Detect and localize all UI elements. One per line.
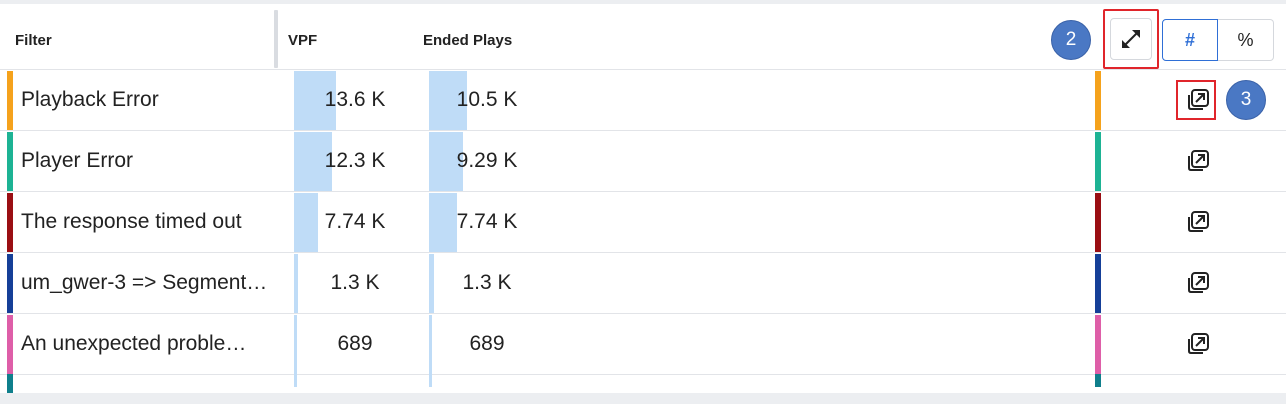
row-color-indicator-right	[1095, 193, 1101, 252]
vpf-value: 1.3 K	[330, 271, 380, 294]
ended-plays-column-header[interactable]: Ended Plays	[423, 32, 512, 49]
table-header: Filter VPF Ended Plays 2 # %	[0, 4, 1286, 70]
vpf-value: 13.6 K	[324, 88, 386, 111]
percent-toggle-button[interactable]: %	[1218, 19, 1274, 61]
ended-plays-value: 9.29 K	[456, 149, 518, 172]
row-color-indicator-right	[1095, 132, 1101, 191]
ended-plays-value: 7.74 K	[456, 210, 518, 233]
row-color-indicator-right	[1095, 374, 1101, 387]
open-in-new-icon	[1188, 211, 1209, 232]
row-color-indicator	[7, 132, 13, 191]
table-row[interactable]: Player Error 12.3 K 9.29 K	[0, 131, 1286, 192]
filter-name: The response timed out	[21, 210, 242, 233]
table-row[interactable]: Playback Error 13.6 K 10.5 K 3	[0, 70, 1286, 131]
filter-column-header[interactable]: Filter	[15, 32, 52, 49]
expand-arrows-icon	[1122, 30, 1140, 48]
vpf-column-header[interactable]: VPF	[288, 32, 317, 49]
step-badge-3: 3	[1226, 80, 1266, 120]
row-color-indicator-right	[1095, 315, 1101, 374]
column-resize-handle[interactable]	[274, 10, 278, 68]
open-in-new-button[interactable]	[1185, 270, 1211, 296]
row-color-indicator	[7, 315, 13, 374]
table-row-partial	[0, 374, 1286, 393]
value-format-toggle: # %	[1162, 19, 1274, 61]
open-in-new-button[interactable]	[1185, 209, 1211, 235]
table-row[interactable]: An unexpected proble… 689 689	[0, 314, 1286, 375]
open-in-new-icon	[1188, 272, 1209, 293]
vpf-bar	[294, 374, 297, 387]
row-color-indicator	[7, 374, 13, 393]
expand-highlight	[1103, 9, 1159, 69]
table-row[interactable]: um_gwer-3 => Segment… 1.3 K 1.3 K	[0, 253, 1286, 314]
expand-button[interactable]	[1110, 18, 1152, 60]
filter-name: Player Error	[21, 149, 134, 172]
open-in-new-button[interactable]	[1185, 148, 1211, 174]
row-color-indicator	[7, 193, 13, 252]
open-in-new-highlight	[1176, 80, 1216, 120]
open-in-new-icon	[1188, 333, 1209, 354]
filter-name: An unexpected proble…	[21, 332, 247, 355]
vpf-value: 12.3 K	[324, 149, 386, 172]
row-color-indicator	[7, 71, 13, 130]
row-color-indicator	[7, 254, 13, 313]
vpf-value: 689	[337, 332, 373, 355]
filter-name: um_gwer-3 => Segment…	[21, 271, 268, 294]
ended-plays-bar	[429, 374, 432, 387]
ended-plays-value: 10.5 K	[456, 88, 518, 111]
ended-plays-value: 689	[469, 332, 505, 355]
open-in-new-icon	[1188, 150, 1209, 171]
open-in-new-button[interactable]	[1185, 331, 1211, 357]
vpf-value: 7.74 K	[324, 210, 386, 233]
breakdown-table: Filter VPF Ended Plays 2 # % Playback Er…	[0, 4, 1286, 393]
step-badge-2: 2	[1051, 20, 1091, 60]
ended-plays-value: 1.3 K	[462, 271, 512, 294]
filter-name: Playback Error	[21, 88, 159, 111]
count-toggle-button[interactable]: #	[1162, 19, 1218, 61]
row-color-indicator-right	[1095, 71, 1101, 130]
row-color-indicator-right	[1095, 254, 1101, 313]
table-row[interactable]: The response timed out 7.74 K 7.74 K	[0, 192, 1286, 253]
